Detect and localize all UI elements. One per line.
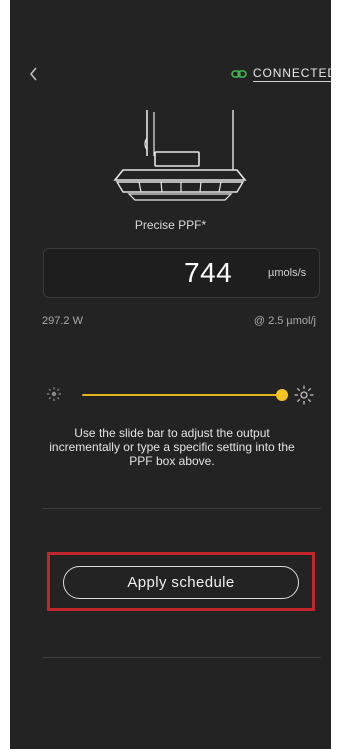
connection-status: CONNECTED: [231, 66, 331, 82]
ppf-unit: µmols/s: [268, 267, 307, 279]
dim-sun-icon: [44, 384, 64, 404]
link-icon: [231, 69, 247, 79]
ppf-input[interactable]: 744 µmols/s: [43, 248, 320, 298]
divider: [42, 657, 321, 658]
power-watts: 297.2 W: [42, 315, 83, 327]
ppf-mode-label: Precise PPF*: [134, 218, 207, 232]
slider-handle[interactable]: [276, 389, 288, 401]
apply-schedule-button[interactable]: Apply schedule: [63, 566, 299, 599]
grow-light-fixture-icon: [105, 108, 255, 203]
output-slider[interactable]: [38, 382, 320, 408]
efficacy-readout: @ 2.5 µmol/j: [253, 315, 316, 327]
divider: [42, 508, 321, 509]
apply-schedule-label: Apply schedule: [127, 574, 235, 591]
bright-sun-icon: [293, 384, 314, 405]
slider-track[interactable]: [82, 394, 282, 396]
connection-status-label: CONNECTED: [252, 66, 331, 82]
slider-help-text: Use the slide bar to adjust the output i…: [49, 426, 295, 468]
app-screen: CONNECTED Precise PPF* 744 µmols/s 297.2: [10, 0, 331, 749]
chevron-left-icon: [29, 67, 39, 81]
ppf-value[interactable]: 744: [184, 257, 232, 289]
back-button[interactable]: [24, 64, 44, 84]
